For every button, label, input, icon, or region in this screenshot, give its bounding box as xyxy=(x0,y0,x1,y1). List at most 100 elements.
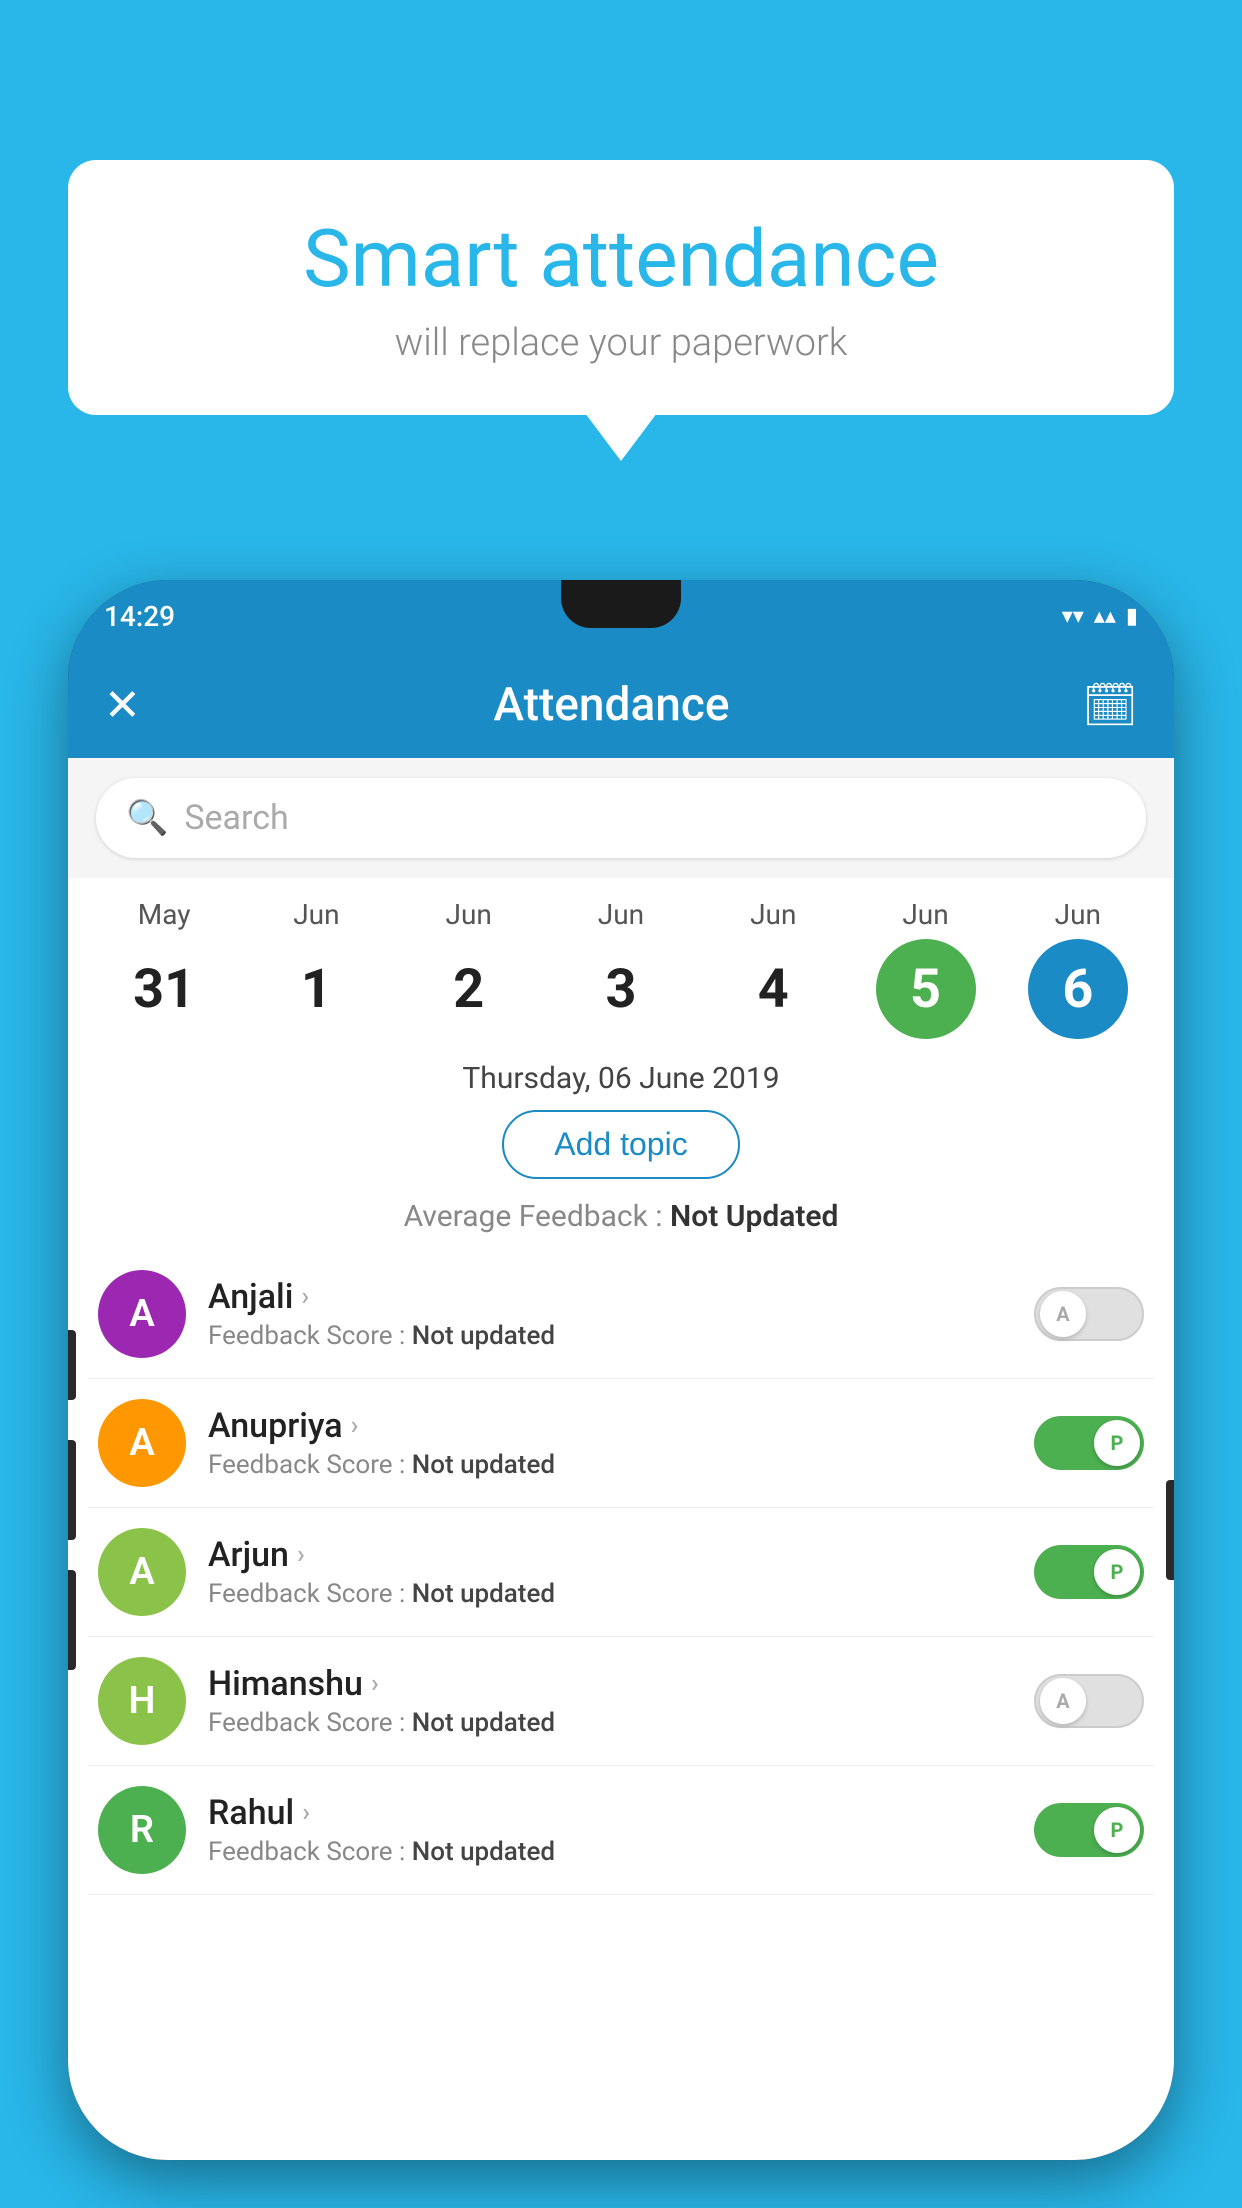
student-score-2: Feedback Score : Not updated xyxy=(208,1579,1012,1609)
cal-date-4: 4 xyxy=(723,939,823,1039)
cal-date-3: 3 xyxy=(571,939,671,1039)
phone-frame: 14:29 ▾▾ ▴▴ ▮ ✕ Attendance 🗓 🔍 Search Ma… xyxy=(68,580,1174,2160)
cal-month-2: Jun xyxy=(446,898,492,931)
toggle-knob-0: A xyxy=(1040,1291,1086,1337)
chevron-icon-4: › xyxy=(302,1798,310,1828)
student-name-4: Rahul› xyxy=(208,1793,1012,1833)
student-item-1[interactable]: A Anupriya› Feedback Score : Not updated P xyxy=(88,1379,1154,1508)
calendar-day-0[interactable]: May 31 xyxy=(104,898,224,1039)
student-avatar-2: A xyxy=(98,1528,186,1616)
notch xyxy=(561,580,681,628)
calendar-day-3[interactable]: Jun 3 xyxy=(561,898,681,1039)
status-bar: 14:29 ▾▾ ▴▴ ▮ xyxy=(68,580,1174,652)
add-topic-button[interactable]: Add topic xyxy=(502,1110,739,1179)
speech-bubble: Smart attendance will replace your paper… xyxy=(68,160,1174,415)
toggle-knob-1: P xyxy=(1094,1420,1140,1466)
student-name-2: Arjun › xyxy=(208,1535,1012,1575)
app-bar: ✕ Attendance 🗓 xyxy=(68,652,1174,758)
bubble-subtitle: will replace your paperwork xyxy=(128,321,1114,365)
avg-feedback-label: Average Feedback : xyxy=(404,1199,663,1234)
student-item-2[interactable]: A Arjun › Feedback Score : Not updated P xyxy=(88,1508,1154,1637)
student-avatar-0: A xyxy=(98,1270,186,1358)
cal-month-0: May xyxy=(138,898,191,931)
attendance-toggle-0[interactable]: A xyxy=(1034,1287,1144,1341)
cal-month-4: Jun xyxy=(750,898,796,931)
volume-down-button xyxy=(68,1440,76,1540)
silent-button xyxy=(68,1570,76,1670)
toggle-knob-3: A xyxy=(1040,1678,1086,1724)
score-value-0: Not updated xyxy=(412,1321,555,1351)
score-value-4: Not updated xyxy=(412,1837,555,1867)
calendar-day-4[interactable]: Jun 4 xyxy=(713,898,833,1039)
app-title: Attendance xyxy=(494,678,730,732)
student-score-1: Feedback Score : Not updated xyxy=(208,1450,1012,1480)
student-info-1: Anupriya› Feedback Score : Not updated xyxy=(208,1406,1012,1480)
cal-date-6: 6 xyxy=(1028,939,1128,1039)
calendar-day-1[interactable]: Jun 1 xyxy=(256,898,376,1039)
cal-month-6: Jun xyxy=(1055,898,1101,931)
cal-date-1: 1 xyxy=(266,939,366,1039)
student-name-text-3: Himanshu xyxy=(208,1664,363,1704)
student-name-0: Anjali › xyxy=(208,1277,1012,1317)
cal-date-0: 31 xyxy=(114,939,214,1039)
student-avatar-3: H xyxy=(98,1657,186,1745)
student-item-4[interactable]: R Rahul› Feedback Score : Not updated P xyxy=(88,1766,1154,1895)
search-bar-container: 🔍 Search xyxy=(68,758,1174,878)
student-score-3: Feedback Score : Not updated xyxy=(208,1708,1012,1738)
cal-month-1: Jun xyxy=(293,898,339,931)
volume-up-button xyxy=(68,1330,76,1400)
phone-screen: 🔍 Search May 31 Jun 1 Jun 2 Jun 3 Jun 4 Jun 5 Jun 6 T… xyxy=(68,758,1174,2160)
avg-feedback: Average Feedback : Not Updated xyxy=(68,1199,1174,1250)
wifi-icon: ▾▾ xyxy=(1062,604,1084,629)
student-name-3: Himanshu › xyxy=(208,1664,1012,1704)
search-input[interactable]: 🔍 Search xyxy=(96,778,1146,858)
status-icons: ▾▾ ▴▴ ▮ xyxy=(1062,604,1138,629)
student-name-1: Anupriya› xyxy=(208,1406,1012,1446)
toggle-knob-2: P xyxy=(1094,1549,1140,1595)
toggle-knob-4: P xyxy=(1094,1807,1140,1853)
cal-date-5: 5 xyxy=(876,939,976,1039)
student-info-0: Anjali › Feedback Score : Not updated xyxy=(208,1277,1012,1351)
student-item-3[interactable]: H Himanshu › Feedback Score : Not updated A xyxy=(88,1637,1154,1766)
calendar-strip: May 31 Jun 1 Jun 2 Jun 3 Jun 4 Jun 5 Jun 6 xyxy=(68,878,1174,1049)
student-info-3: Himanshu › Feedback Score : Not updated xyxy=(208,1664,1012,1738)
student-name-text-1: Anupriya xyxy=(208,1406,343,1446)
chevron-icon-3: › xyxy=(371,1669,379,1699)
student-name-text-0: Anjali xyxy=(208,1277,293,1317)
search-icon: 🔍 xyxy=(126,798,168,838)
chevron-icon-2: › xyxy=(297,1540,305,1570)
score-value-3: Not updated xyxy=(412,1708,555,1738)
student-name-text-2: Arjun xyxy=(208,1535,289,1575)
score-value-1: Not updated xyxy=(412,1450,555,1480)
student-info-2: Arjun › Feedback Score : Not updated xyxy=(208,1535,1012,1609)
calendar-day-5[interactable]: Jun 5 xyxy=(866,898,986,1039)
calendar-button[interactable]: 🗓 xyxy=(1082,679,1138,731)
chevron-icon-0: › xyxy=(301,1282,309,1312)
cal-date-2: 2 xyxy=(419,939,519,1039)
bubble-title: Smart attendance xyxy=(128,215,1114,303)
power-button xyxy=(1166,1480,1174,1580)
close-button[interactable]: ✕ xyxy=(104,679,141,731)
attendance-toggle-4[interactable]: P xyxy=(1034,1803,1144,1857)
selected-date-label: Thursday, 06 June 2019 xyxy=(68,1049,1174,1110)
student-avatar-4: R xyxy=(98,1786,186,1874)
calendar-day-2[interactable]: Jun 2 xyxy=(409,898,529,1039)
avg-feedback-value: Not Updated xyxy=(670,1199,838,1234)
attendance-toggle-1[interactable]: P xyxy=(1034,1416,1144,1470)
student-info-4: Rahul› Feedback Score : Not updated xyxy=(208,1793,1012,1867)
search-placeholder-text: Search xyxy=(184,798,288,838)
student-score-4: Feedback Score : Not updated xyxy=(208,1837,1012,1867)
student-score-0: Feedback Score : Not updated xyxy=(208,1321,1012,1351)
cal-month-3: Jun xyxy=(598,898,644,931)
cal-month-5: Jun xyxy=(902,898,948,931)
calendar-day-6[interactable]: Jun 6 xyxy=(1018,898,1138,1039)
student-item-0[interactable]: A Anjali › Feedback Score : Not updated A xyxy=(88,1250,1154,1379)
battery-icon: ▮ xyxy=(1126,604,1138,629)
student-avatar-1: A xyxy=(98,1399,186,1487)
status-time: 14:29 xyxy=(104,600,175,633)
score-value-2: Not updated xyxy=(412,1579,555,1609)
attendance-toggle-3[interactable]: A xyxy=(1034,1674,1144,1728)
signal-icon: ▴▴ xyxy=(1094,604,1116,629)
attendance-toggle-2[interactable]: P xyxy=(1034,1545,1144,1599)
student-list: AAnjali›Feedback Score : Not updatedAAAn… xyxy=(68,1250,1174,1895)
